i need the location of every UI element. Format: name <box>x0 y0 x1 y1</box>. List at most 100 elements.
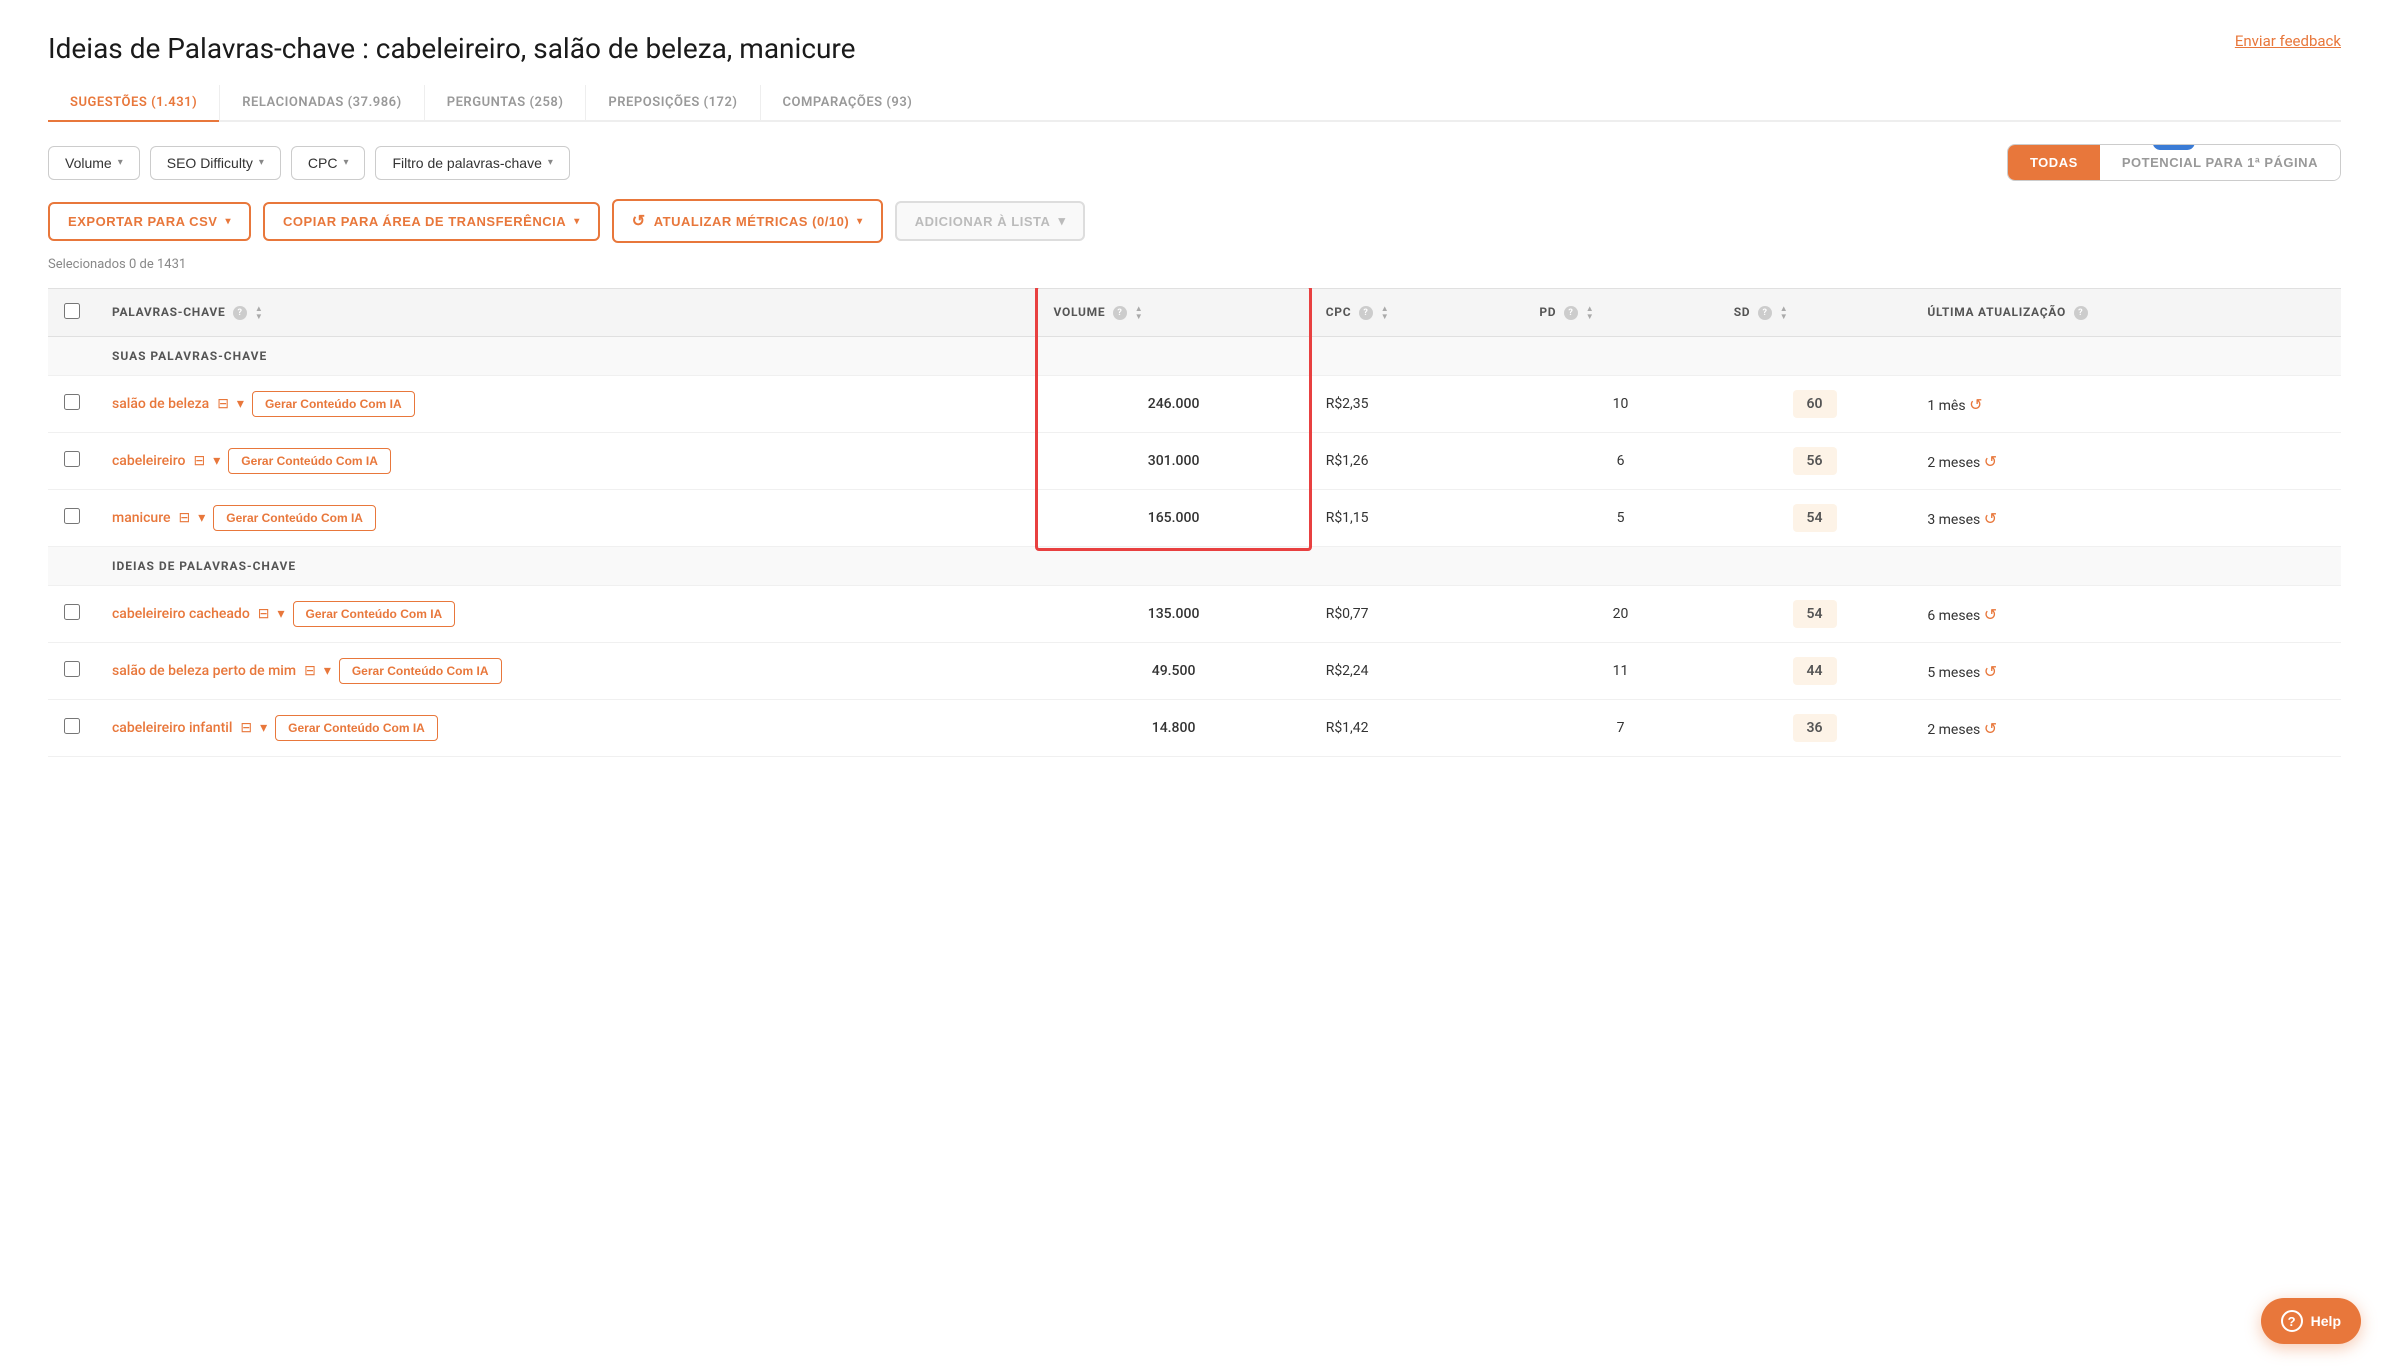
generate-content-button[interactable]: Gerar Conteúdo Com IA <box>293 601 456 627</box>
view-todas[interactable]: TODAS <box>2008 145 2100 180</box>
tab-perguntas[interactable]: PERGUNTAS (258) <box>424 85 586 122</box>
filter-keyword-icon[interactable]: ⊟ <box>240 720 252 736</box>
table-group-header: SUAS PALAVRAS-CHAVE <box>48 337 2341 376</box>
row-checkbox[interactable] <box>64 718 80 734</box>
row-checkbox[interactable] <box>64 661 80 677</box>
filter-cpc[interactable]: CPC ▾ <box>291 146 366 180</box>
row-cpc-cell: R$2,35 <box>1310 376 1524 433</box>
refresh-icon[interactable]: ↺ <box>1984 662 1997 681</box>
keyword-link[interactable]: salão de beleza perto de mim <box>112 663 296 679</box>
row-checkbox[interactable] <box>64 508 80 524</box>
tab-relacionadas[interactable]: RELACIONADAS (37.986) <box>219 85 424 122</box>
keyword-link[interactable]: cabeleireiro infantil <box>112 720 232 736</box>
filters-row: Volume ▾ SEO Difficulty ▾ CPC ▾ Filtro d… <box>48 144 2341 181</box>
sort-icon[interactable]: ▲▼ <box>1135 305 1144 321</box>
row-checkbox[interactable] <box>64 451 80 467</box>
filter-keyword-icon[interactable]: ⊟ <box>258 606 270 622</box>
help-icon[interactable]: ? <box>1564 306 1578 320</box>
row-checkbox-cell[interactable] <box>48 490 96 547</box>
help-icon[interactable]: ? <box>233 306 247 320</box>
row-volume-cell: 49.500 <box>1037 643 1309 700</box>
row-checkbox-cell[interactable] <box>48 586 96 643</box>
help-circle-icon: ? <box>2281 1310 2303 1332</box>
help-icon[interactable]: ? <box>1359 306 1373 320</box>
tab-sugestoes[interactable]: SUGESTÕES (1.431) <box>48 85 219 122</box>
keyword-link[interactable]: cabeleireiro <box>112 453 185 469</box>
help-icon[interactable]: ? <box>1113 306 1127 320</box>
sort-icon[interactable]: ▲▼ <box>1780 305 1789 321</box>
row-pd-cell: 10 <box>1523 376 1717 433</box>
generate-content-button[interactable]: Gerar Conteúdo Com IA <box>339 658 502 684</box>
row-cpc-cell: R$1,15 <box>1310 490 1524 547</box>
tab-comparacoes[interactable]: COMPARAÇÕES (93) <box>760 85 935 122</box>
chevron-down-icon[interactable]: ▾ <box>198 510 205 526</box>
row-pd-cell: 11 <box>1523 643 1717 700</box>
filter-keyword-icon[interactable]: ⊟ <box>217 396 229 412</box>
generate-content-button[interactable]: Gerar Conteúdo Com IA <box>275 715 438 741</box>
refresh-icon[interactable]: ↺ <box>1984 509 1997 528</box>
chevron-down-icon: ▾ <box>548 157 553 168</box>
chevron-down-icon: ▾ <box>118 157 123 168</box>
row-checkbox[interactable] <box>64 604 80 620</box>
chevron-down-icon[interactable]: ▾ <box>260 720 267 736</box>
keyword-link[interactable]: cabeleireiro cacheado <box>112 606 250 622</box>
col-header-volume: VOLUME ? ▲▼ <box>1037 289 1309 337</box>
table-row: manicure ⊟ ▾ Gerar Conteúdo Com IA 165.0… <box>48 490 2341 547</box>
refresh-icon[interactable]: ↺ <box>1984 605 1997 624</box>
add-to-list-button[interactable]: ADICIONAR À LISTA ▾ <box>895 201 1086 241</box>
refresh-icon[interactable]: ↺ <box>1984 719 1997 738</box>
sort-icon[interactable]: ▲▼ <box>255 305 264 321</box>
keyword-link[interactable]: manicure <box>112 510 171 526</box>
row-sd-cell: 44 <box>1718 643 1912 700</box>
filter-seo-difficulty[interactable]: SEO Difficulty ▾ <box>150 146 281 180</box>
sort-icon[interactable]: ▲▼ <box>1586 305 1595 321</box>
help-icon[interactable]: ? <box>2074 306 2088 320</box>
actions-row: EXPORTAR PARA CSV ▾ COPIAR PARA ÁREA DE … <box>48 199 2341 243</box>
selected-info: Selecionados 0 de 1431 <box>48 257 2341 272</box>
row-cpc-cell: R$1,26 <box>1310 433 1524 490</box>
copy-clipboard-button[interactable]: COPIAR PARA ÁREA DE TRANSFERÊNCIA ▾ <box>263 202 600 241</box>
view-potencial[interactable]: POTENCIAL PARA 1ª PÁGINA <box>2100 145 2340 180</box>
generate-content-button[interactable]: Gerar Conteúdo Com IA <box>213 505 376 531</box>
help-button[interactable]: ? Help <box>2261 1298 2361 1344</box>
filter-keyword-icon[interactable]: ⊟ <box>304 663 316 679</box>
table-row: salão de beleza perto de mim ⊟ ▾ Gerar C… <box>48 643 2341 700</box>
row-update-cell: 6 meses ↺ <box>1911 586 2341 643</box>
row-checkbox-cell[interactable] <box>48 700 96 757</box>
row-checkbox-cell[interactable] <box>48 376 96 433</box>
filter-keyword[interactable]: Filtro de palavras-chave ▾ <box>375 146 569 180</box>
generate-content-button[interactable]: Gerar Conteúdo Com IA <box>228 448 391 474</box>
chevron-down-icon[interactable]: ▾ <box>278 606 285 622</box>
row-checkbox-cell[interactable] <box>48 643 96 700</box>
row-pd-cell: 20 <box>1523 586 1717 643</box>
refresh-icon[interactable]: ↺ <box>1969 395 1982 414</box>
refresh-icon[interactable]: ↺ <box>1984 452 1997 471</box>
col-header-sd: SD ? ▲▼ <box>1718 289 1912 337</box>
chevron-down-icon[interactable]: ▾ <box>237 396 244 412</box>
help-icon[interactable]: ? <box>1758 306 1772 320</box>
row-volume-cell: 165.000 <box>1037 490 1309 547</box>
row-sd-cell: 36 <box>1718 700 1912 757</box>
feedback-link[interactable]: Enviar feedback <box>2235 32 2341 50</box>
update-metrics-button[interactable]: ↺ ATUALIZAR MÉTRICAS (0/10) ▾ <box>612 199 883 243</box>
chevron-down-icon[interactable]: ▾ <box>324 663 331 679</box>
filter-volume[interactable]: Volume ▾ <box>48 146 140 180</box>
generate-content-button[interactable]: Gerar Conteúdo Com IA <box>252 391 415 417</box>
sort-icon[interactable]: ▲▼ <box>1381 305 1390 321</box>
row-pd-cell: 5 <box>1523 490 1717 547</box>
keywords-table-wrapper: PALAVRAS-CHAVE ? ▲▼ VOLUME ? ▲▼ CPC ? ▲▼ <box>48 288 2341 757</box>
col-header-ultima-atualizacao: ÚLTIMA ATUALIZAÇÃO ? <box>1911 289 2341 337</box>
refresh-icon: ↺ <box>632 211 646 231</box>
row-sd-cell: 54 <box>1718 490 1912 547</box>
row-update-cell: 2 meses ↺ <box>1911 700 2341 757</box>
select-all-header[interactable] <box>48 289 96 337</box>
row-checkbox-cell[interactable] <box>48 433 96 490</box>
keyword-link[interactable]: salão de beleza <box>112 396 209 412</box>
filter-keyword-icon[interactable]: ⊟ <box>193 453 205 469</box>
export-csv-button[interactable]: EXPORTAR PARA CSV ▾ <box>48 202 251 241</box>
filter-keyword-icon[interactable]: ⊟ <box>179 510 191 526</box>
row-checkbox[interactable] <box>64 394 80 410</box>
chevron-down-icon[interactable]: ▾ <box>213 453 220 469</box>
tab-preposicoes[interactable]: PREPOSIÇÕES (172) <box>585 85 759 122</box>
select-all-checkbox[interactable] <box>64 303 80 319</box>
